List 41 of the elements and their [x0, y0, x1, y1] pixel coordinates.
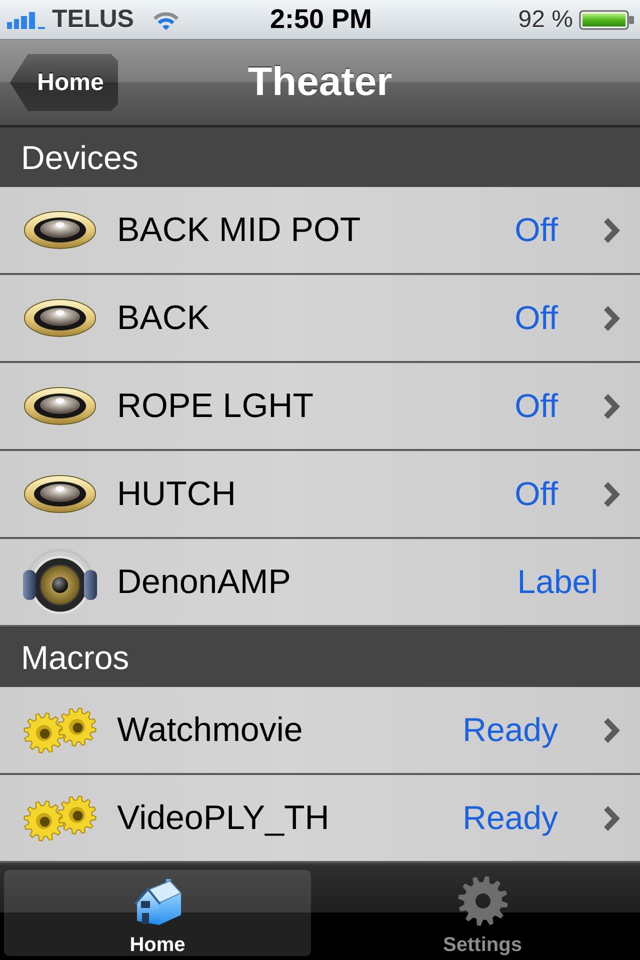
page-title: Theater [248, 60, 392, 105]
list-row[interactable]: BACK Off [0, 275, 640, 363]
battery-icon [579, 10, 635, 30]
list-row[interactable]: HUTCH Off [0, 451, 640, 539]
status-value: Ready [462, 711, 558, 749]
list-row[interactable]: ROPE LGHT Off [0, 363, 640, 451]
gears-icon [22, 794, 98, 842]
row-title: VideoPLY_TH [117, 798, 330, 838]
row-title: HUTCH [117, 474, 237, 514]
list-row[interactable]: VideoPLY_TH Ready [0, 775, 640, 863]
tab-bar-item[interactable]: Home [4, 870, 311, 956]
status-value: Off [514, 299, 558, 337]
status-value: Off [514, 387, 558, 425]
recessed-light-icon [23, 474, 97, 514]
back-button[interactable]: Home [10, 54, 118, 111]
battery-percent: 92 % [518, 6, 573, 34]
list-row[interactable]: Watchmovie Ready [0, 687, 640, 775]
list-row[interactable]: DenonAMP Label [0, 539, 640, 627]
status-value: Ready [462, 799, 558, 837]
clock-time: 2:50 PM [270, 4, 372, 35]
section-header: Macros [0, 627, 640, 687]
row-title: ROPE LGHT [117, 386, 314, 426]
speaker-headphones-icon [22, 547, 98, 617]
settings-icon [458, 876, 508, 926]
recessed-light-icon [23, 210, 97, 250]
carrier-name: TELUS [52, 5, 134, 34]
row-title: DenonAMP [117, 562, 292, 602]
tab-bar-item[interactable]: Settings [329, 870, 636, 956]
list-row[interactable]: BACK MID POT Off [0, 187, 640, 275]
gears-icon [22, 706, 98, 754]
status-value: Off [514, 475, 558, 513]
house-icon [132, 876, 182, 926]
recessed-light-icon [23, 298, 97, 338]
signal-icon [7, 10, 45, 28]
row-title: BACK [117, 298, 211, 338]
status-value: Label [517, 563, 598, 601]
recessed-light-icon [23, 386, 97, 426]
status-value: Off [514, 211, 558, 249]
row-title: BACK MID POT [117, 210, 362, 250]
section-header: Devices [0, 127, 640, 187]
row-title: Watchmovie [117, 710, 304, 750]
